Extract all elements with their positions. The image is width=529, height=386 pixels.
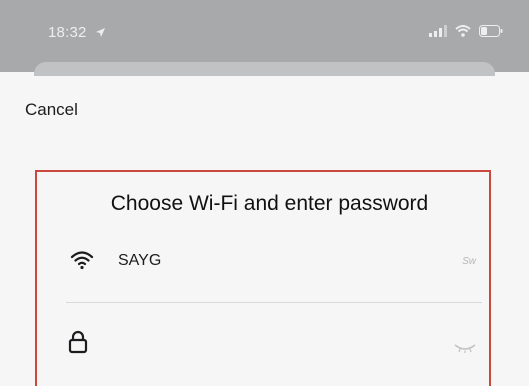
status-time: 18:32 [48, 24, 106, 42]
battery-icon [479, 24, 503, 42]
cellular-signal-icon [429, 24, 447, 42]
panel-title: Choose Wi-Fi and enter password [110, 192, 429, 215]
status-icons [429, 24, 503, 42]
cancel-button[interactable]: Cancel [25, 100, 78, 120]
wifi-status-icon [455, 24, 471, 42]
password-field[interactable] [66, 322, 482, 366]
row-divider [66, 302, 482, 303]
wifi-network-selector[interactable]: SAYG Sw [66, 240, 482, 284]
wifi-icon [70, 250, 94, 275]
status-time-label: 18:32 [48, 24, 87, 41]
eye-closed-icon[interactable] [454, 340, 476, 358]
lock-icon [68, 330, 88, 359]
switch-network-hint[interactable]: Sw [462, 256, 476, 267]
wifi-ssid: SAYG [118, 252, 162, 269]
location-arrow-icon [95, 25, 106, 42]
